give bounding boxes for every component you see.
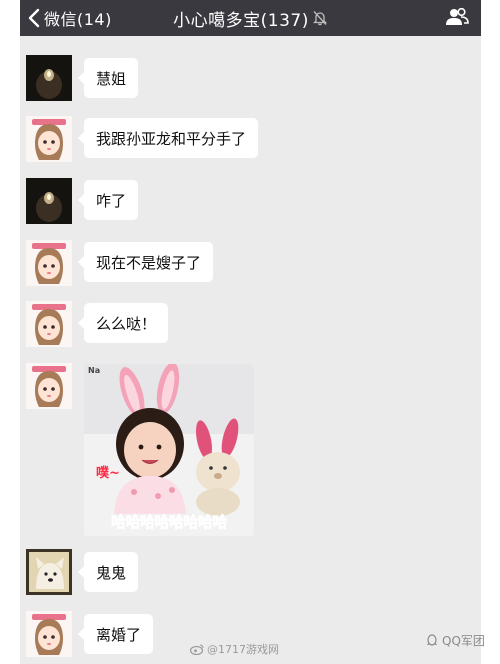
cartoon-girl-avatar[interactable]: [26, 363, 72, 409]
chat-header: 微信(14) 小心噶多宝(137): [20, 0, 481, 36]
chat-title: 小心噶多宝(137): [173, 10, 309, 31]
message-bubble[interactable]: 我跟孙亚龙和平分手了: [77, 118, 259, 158]
message-text: 离婚了: [96, 625, 142, 644]
message-list[interactable]: 慧姐 我跟孙亚龙和平分手了 咋了 现在不是嫂子了 么么哒！ Na 噗~ 哈哈哈哈…: [20, 36, 481, 664]
dark-photo-avatar[interactable]: [26, 55, 72, 101]
sticker-sound-effect: 噗~: [96, 466, 120, 481]
message-text: 咋了: [96, 191, 127, 210]
cartoon-girl-avatar[interactable]: [26, 240, 72, 286]
dog-avatar[interactable]: [26, 549, 72, 595]
mute-icon: [312, 11, 327, 26]
message-bubble[interactable]: 现在不是嫂子了: [77, 242, 214, 282]
cartoon-girl-avatar[interactable]: [26, 611, 72, 657]
weibo-watermark-text: @1717游戏网: [207, 643, 279, 656]
weibo-icon: [190, 643, 204, 655]
message-text: 慧姐: [96, 69, 127, 88]
sticker-tag: Na: [88, 366, 101, 375]
wechat-chat-screen: 微信(14) 小心噶多宝(137) 慧姐 我跟孙亚龙和平分手了 咋了 现在不是嫂…: [20, 0, 481, 664]
back-label: 微信(14): [44, 10, 112, 29]
message-text: 我跟孙亚龙和平分手了: [96, 129, 247, 148]
sticker-caption: 哈哈哈哈哈哈哈哈: [110, 513, 228, 532]
message-text: 鬼鬼: [96, 563, 127, 582]
qq-watermark: QQ军团: [425, 632, 485, 649]
chevron-left-icon: [28, 8, 40, 28]
dark-photo-avatar[interactable]: [26, 178, 72, 224]
message-bubble[interactable]: 离婚了: [77, 614, 154, 654]
group-members-button[interactable]: [445, 7, 469, 31]
cartoon-girl-avatar[interactable]: [26, 116, 72, 162]
weibo-watermark: @1717游戏网: [190, 641, 279, 657]
chat-title-wrap: 小心噶多宝(137): [120, 4, 380, 32]
message-text: 么么哒！: [96, 314, 157, 333]
group-people-icon: [446, 7, 469, 25]
message-bubble[interactable]: 慧姐: [77, 58, 139, 98]
qq-watermark-text: QQ军团: [442, 634, 485, 648]
message-bubble[interactable]: 咋了: [77, 180, 139, 220]
back-button[interactable]: 微信(14): [28, 4, 112, 32]
message-bubble[interactable]: 鬼鬼: [77, 552, 139, 592]
cartoon-girl-avatar[interactable]: [26, 301, 72, 347]
sticker-image[interactable]: Na 噗~ 哈哈哈哈哈哈哈哈: [84, 364, 254, 536]
message-bubble[interactable]: 么么哒！: [77, 303, 169, 343]
qq-penguin-icon: [427, 633, 437, 646]
message-text: 现在不是嫂子了: [96, 253, 202, 272]
